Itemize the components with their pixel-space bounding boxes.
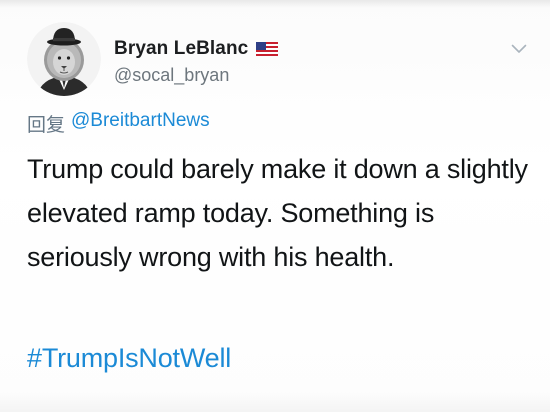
display-name[interactable]: Bryan LeBlanc — [114, 38, 248, 60]
chevron-down-icon — [511, 44, 527, 53]
us-flag-icon — [256, 42, 279, 56]
name-row: Bryan LeBlanc — [114, 38, 279, 60]
reply-context: 回复 @BreitbartNews — [27, 110, 210, 137]
bottom-fade — [0, 392, 550, 412]
user-handle[interactable]: @socal_bryan — [114, 65, 229, 86]
hashtag-link[interactable]: #TrumpIsNotWell — [27, 340, 231, 376]
tweet-card: Bryan LeBlanc @socal_bryan 回复 @Breitbart… — [0, 0, 550, 412]
reply-to-link[interactable]: @BreitbartNews — [71, 110, 210, 137]
reply-prefix: 回复 — [27, 115, 66, 136]
top-shadow — [0, 0, 550, 8]
avatar[interactable] — [27, 22, 101, 96]
tweet-text: Trump could barely make it down a slight… — [27, 154, 528, 272]
tweet-menu-button[interactable] — [508, 38, 530, 60]
lion-avatar-icon — [27, 22, 101, 96]
